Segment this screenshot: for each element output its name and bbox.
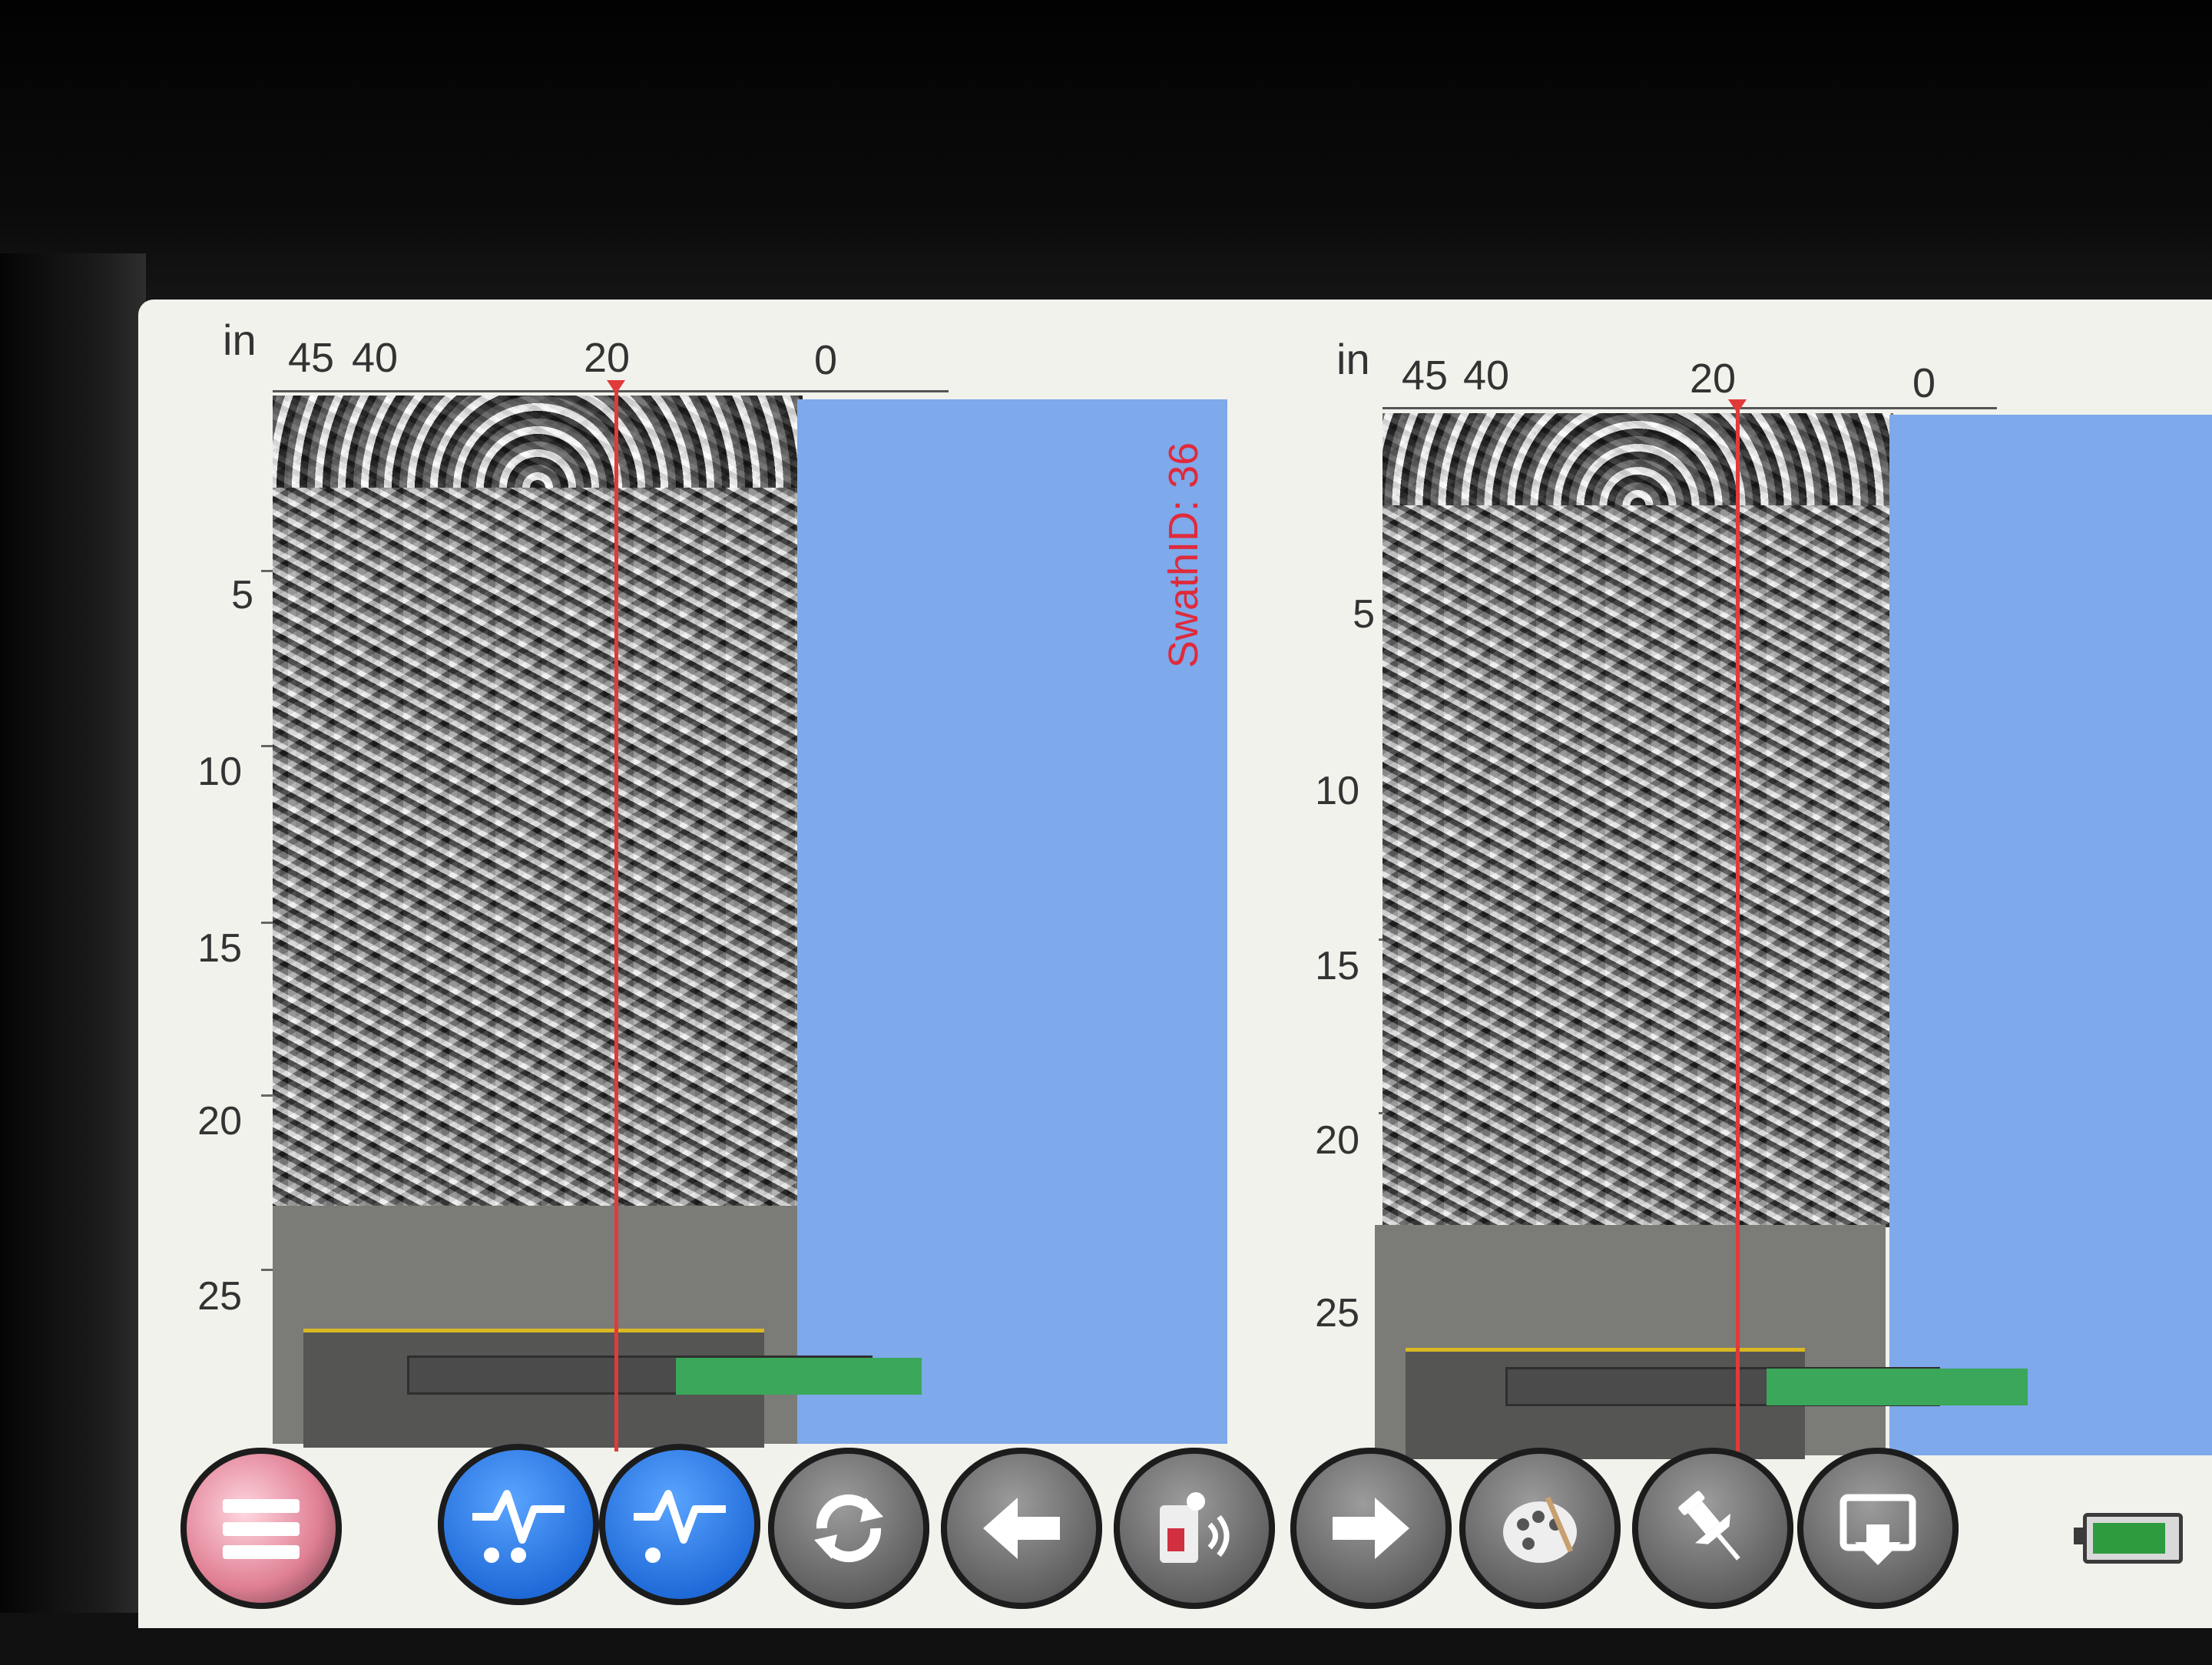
trace-view-button-2[interactable] <box>599 1444 760 1605</box>
battery-tip <box>2074 1528 2083 1544</box>
x-tick-20: 20 <box>583 335 631 381</box>
y-tick-20: 20 <box>197 1099 242 1144</box>
arrow-left-icon <box>983 1498 1060 1559</box>
scan-panel-left: in 45 40 20 0 5 10 15 20 25 SwathID: 36 <box>138 300 1229 1451</box>
battery-fill <box>2093 1523 2165 1554</box>
color-palette-button[interactable] <box>1459 1448 1621 1609</box>
palette-icon <box>1503 1496 1577 1563</box>
x-tick-45: 45 <box>287 335 335 381</box>
device-bezel-left <box>0 253 146 1665</box>
menu-icon <box>223 1499 300 1559</box>
position-cursor[interactable] <box>1736 403 1740 1455</box>
y-tick-25: 25 <box>197 1274 242 1319</box>
x-tick-0: 0 <box>813 337 838 383</box>
cursor-marker-icon <box>1728 399 1747 413</box>
radar-scan-image <box>273 396 803 1210</box>
battery-icon <box>2083 1513 2183 1564</box>
x-axis-line <box>1382 407 1997 409</box>
menu-button[interactable] <box>180 1448 342 1609</box>
y-tick-10: 10 <box>197 750 242 794</box>
position-cursor[interactable] <box>614 384 618 1451</box>
radar-scan-image <box>1382 413 1893 1227</box>
forward-button[interactable] <box>1290 1448 1452 1609</box>
x-tick-40: 40 <box>1462 353 1510 399</box>
device-bezel-top <box>0 0 2212 307</box>
y-tick-25: 25 <box>1315 1291 1359 1336</box>
scan-device-icon <box>1160 1492 1230 1563</box>
refresh-button[interactable] <box>768 1448 929 1609</box>
trace-view-button[interactable] <box>438 1444 599 1605</box>
device-screen: in 45 40 20 0 5 10 15 20 25 SwathID: 36 … <box>138 300 2212 1628</box>
x-tick-45: 45 <box>1401 353 1449 399</box>
export-button[interactable] <box>1797 1448 1959 1609</box>
back-button[interactable] <box>941 1448 1102 1609</box>
y-tick-5: 5 <box>1353 592 1375 637</box>
y-tick-15: 15 <box>197 926 242 971</box>
scan-panel-right: in 45 40 20 0 5 10 15 20 25 <box>1229 300 2212 1459</box>
y-tick-15: 15 <box>1315 944 1359 988</box>
y-tick-10: 10 <box>1315 769 1359 813</box>
y-tick-5: 5 <box>231 573 253 617</box>
scan-surface-reflections <box>1382 413 1893 505</box>
x-tick-0: 0 <box>1912 360 1936 406</box>
scan-surface-reflections <box>273 396 803 488</box>
cursor-marker-icon <box>607 380 625 394</box>
y-tick-20: 20 <box>1315 1118 1359 1163</box>
swath-id-label: SwathID: 36 <box>1161 442 1207 668</box>
scan-progress-fill <box>1767 1369 2028 1405</box>
signal-trace-icon <box>472 1490 565 1563</box>
toolbar <box>138 1444 2212 1628</box>
refresh-icon <box>814 1494 883 1563</box>
unit-label: in <box>223 316 257 364</box>
signal-trace-icon <box>634 1490 726 1563</box>
x-tick-40: 40 <box>351 335 399 381</box>
battery-indicator <box>2074 1509 2189 1564</box>
pin-button[interactable] <box>1632 1448 1793 1609</box>
pin-icon <box>1678 1491 1740 1561</box>
unit-label: in <box>1336 335 1370 383</box>
scan-progress-fill <box>676 1358 922 1395</box>
unscanned-area <box>1889 415 2212 1455</box>
export-icon <box>1839 1494 1916 1565</box>
arrow-right-icon <box>1333 1498 1409 1559</box>
scan-mode-button[interactable] <box>1114 1448 1275 1609</box>
x-tick-20: 20 <box>1689 356 1737 402</box>
